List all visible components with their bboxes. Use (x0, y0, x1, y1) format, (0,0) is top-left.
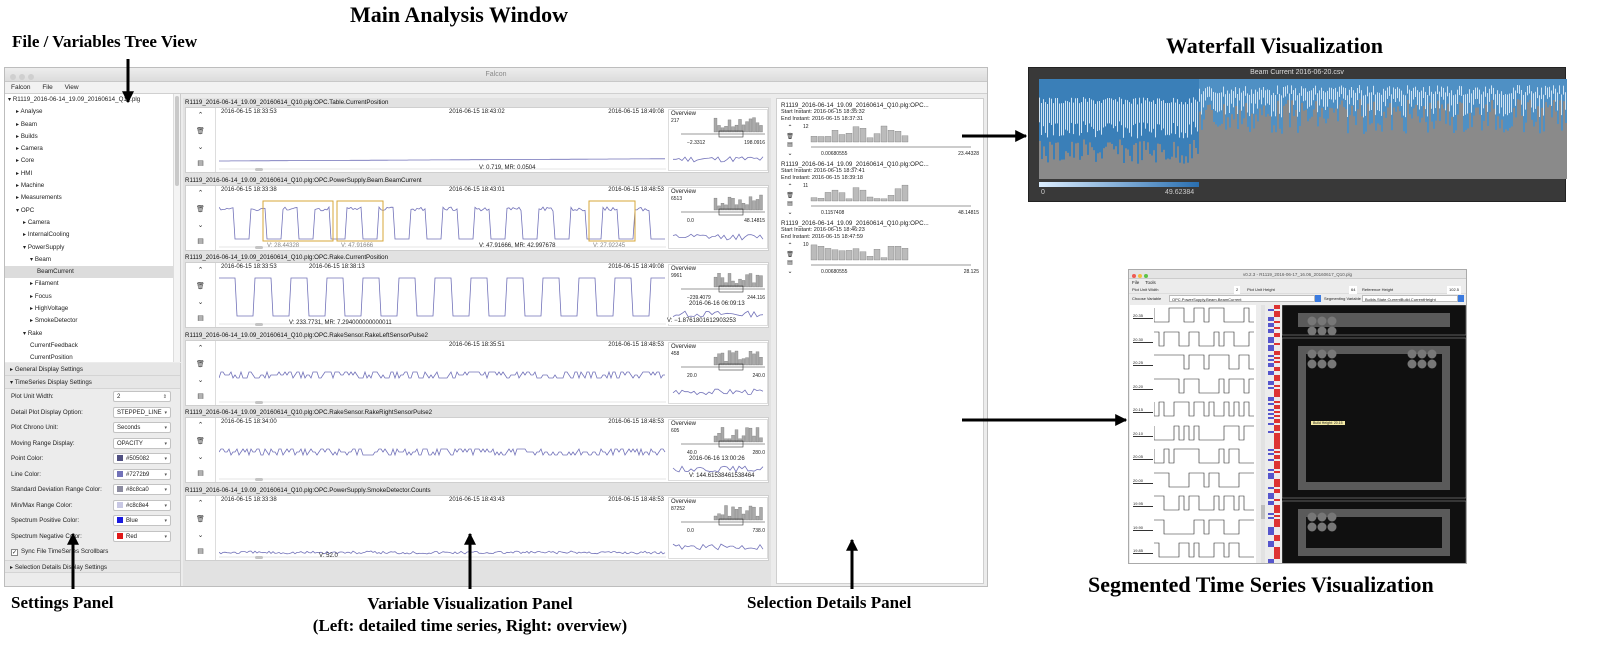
annotation-arrows (67, 59, 1128, 589)
